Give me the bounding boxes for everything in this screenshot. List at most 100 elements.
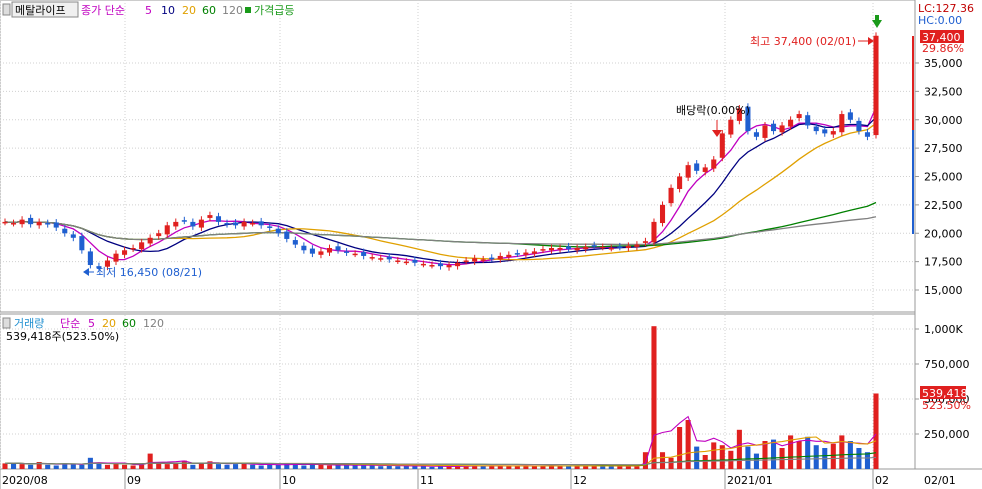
candle-body bbox=[2, 221, 8, 224]
candle-body bbox=[634, 244, 640, 247]
volume-legend-icon bbox=[2, 317, 11, 329]
legend-icon bbox=[2, 3, 11, 16]
candle-body bbox=[267, 226, 273, 228]
volume-bar bbox=[736, 429, 742, 469]
candle-body bbox=[87, 251, 93, 266]
candle-body bbox=[122, 250, 128, 255]
candle-body bbox=[788, 119, 794, 127]
x-tick-label: 09 bbox=[127, 474, 141, 487]
volume-bar bbox=[267, 464, 273, 469]
ma-20: 20 bbox=[182, 4, 196, 17]
candle-body bbox=[437, 263, 444, 267]
candle-body bbox=[233, 222, 239, 226]
stock-name: 메탈라이프 bbox=[15, 4, 66, 17]
candle-body bbox=[480, 259, 486, 261]
candle-body bbox=[250, 223, 256, 225]
volume-bar bbox=[79, 464, 85, 469]
volume-bar bbox=[70, 464, 76, 469]
volume-bar bbox=[130, 465, 136, 469]
candle-body bbox=[113, 253, 119, 262]
price-y-ticks: 35,000 32,500 30,000 27,500 25,000 22,500 20,0… bbox=[915, 57, 963, 297]
candle-body bbox=[28, 217, 34, 225]
ma-10: 10 bbox=[161, 4, 175, 17]
candle-body bbox=[318, 251, 324, 255]
candle-body bbox=[694, 163, 700, 171]
x-tick-label: 2020/08 bbox=[2, 474, 48, 487]
volume-bar bbox=[770, 439, 777, 469]
candle-body bbox=[292, 240, 298, 245]
volume-bar bbox=[113, 464, 119, 469]
volume-bar bbox=[557, 466, 563, 469]
volume-bar bbox=[301, 465, 307, 469]
candle-body bbox=[770, 123, 777, 132]
candle-body bbox=[378, 258, 384, 260]
x-tick-label: 02 bbox=[875, 474, 889, 487]
volume-bar bbox=[104, 464, 111, 469]
candle-body bbox=[53, 222, 59, 228]
candle-body bbox=[523, 252, 529, 255]
candle-body bbox=[497, 255, 503, 260]
candle-body bbox=[335, 246, 341, 251]
volume-label: 거래량 bbox=[14, 317, 44, 330]
candle-body bbox=[548, 248, 555, 251]
volume-bar bbox=[506, 466, 512, 469]
ma-label: 종가 단순 bbox=[81, 4, 125, 17]
price-tick-label: 35,000 bbox=[924, 57, 963, 70]
candle-body bbox=[617, 246, 623, 248]
volume-bar bbox=[28, 464, 34, 469]
volume-bar bbox=[139, 464, 145, 469]
candle-body bbox=[369, 257, 375, 259]
volume-bar bbox=[813, 445, 819, 469]
price-tick-label: 20,000 bbox=[924, 227, 963, 240]
candle-body bbox=[181, 220, 187, 222]
signal-label: 가격급등 bbox=[254, 4, 294, 17]
candle-body bbox=[625, 245, 631, 249]
volume-bar bbox=[429, 466, 435, 469]
candle-body bbox=[45, 223, 51, 225]
ma-120: 120 bbox=[222, 4, 243, 17]
candle-body bbox=[856, 120, 862, 132]
volume-bar bbox=[378, 466, 384, 469]
candle-body bbox=[352, 253, 358, 256]
price-tick-label: 15,000 bbox=[924, 284, 963, 297]
x-tick-label: 12 bbox=[573, 474, 587, 487]
volume-bar bbox=[805, 436, 811, 469]
volume-bar bbox=[531, 466, 537, 469]
candle-body bbox=[753, 132, 759, 137]
candle-body bbox=[326, 248, 333, 253]
hc-label: HC:0.00 bbox=[918, 14, 962, 27]
candle-body bbox=[822, 129, 828, 134]
candle-body bbox=[566, 246, 572, 250]
volume-bar bbox=[224, 464, 230, 469]
candle-body bbox=[574, 248, 580, 251]
volume-bar bbox=[250, 464, 256, 469]
candle-body bbox=[796, 114, 802, 119]
candle-body bbox=[608, 248, 614, 250]
candle-body bbox=[156, 233, 162, 237]
high-note: 최고 37,400 (02/01) bbox=[750, 35, 856, 48]
candle-body bbox=[847, 112, 853, 120]
volume-tick-label: 250,000 bbox=[924, 428, 970, 441]
candle-body bbox=[19, 219, 25, 225]
volume-bar bbox=[779, 448, 785, 469]
volume-bar bbox=[420, 466, 426, 469]
volume-bar bbox=[122, 464, 128, 469]
volume-bar bbox=[762, 441, 768, 469]
volume-ma-label: 단순 bbox=[60, 317, 80, 330]
volume-summary: 539,418주(523.50%) bbox=[6, 330, 119, 343]
volume-bar bbox=[275, 464, 281, 469]
candle-body bbox=[173, 221, 179, 227]
candle-body bbox=[386, 256, 392, 260]
stock-chart: 35,000 32,500 30,000 27,500 25,000 22,500 20,0… bbox=[0, 0, 982, 489]
ma-60: 60 bbox=[202, 4, 216, 17]
candle-body bbox=[395, 260, 401, 262]
candle-body bbox=[839, 114, 845, 133]
volume-bar bbox=[608, 466, 614, 469]
ma-5: 5 bbox=[145, 4, 152, 17]
volume-bar bbox=[96, 463, 102, 469]
candle-body bbox=[198, 219, 204, 228]
range-bar-blue bbox=[912, 130, 914, 234]
vol-ma-20: 20 bbox=[102, 317, 116, 330]
candle-body bbox=[864, 132, 870, 137]
candle-body bbox=[531, 251, 537, 254]
